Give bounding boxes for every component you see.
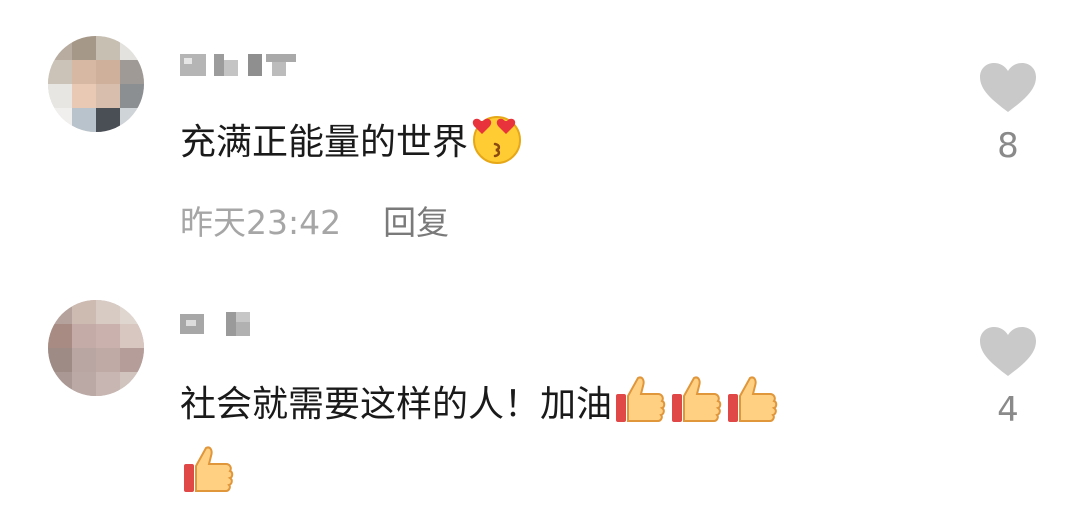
- like-count: 4: [997, 390, 1019, 430]
- pixelated-username: [180, 312, 250, 336]
- thumbs-up-emoji-icon: [668, 374, 724, 444]
- heart-icon: [980, 327, 1036, 376]
- comment-item: 社会就需要这样的人！加油 4: [0, 260, 1080, 504]
- pixelated-username: [180, 54, 296, 76]
- comment-text: 充满正能量的世界: [180, 112, 940, 182]
- reply-button[interactable]: 回复: [383, 203, 449, 242]
- thumbs-up-emoji-icon: [724, 374, 780, 444]
- comment-text-content: 充满正能量的世界: [180, 122, 469, 163]
- like-button[interactable]: 8: [978, 62, 1038, 166]
- avatar[interactable]: [48, 36, 144, 132]
- like-button[interactable]: 4: [978, 326, 1038, 430]
- avatar[interactable]: [48, 300, 144, 396]
- comment-text-content: 社会就需要这样的人！加油: [180, 384, 613, 425]
- avatar-pixelated-image: [48, 300, 144, 396]
- comment-item: 充满正能量的世界 昨天23:42 回复 8: [0, 0, 1080, 260]
- username-obscured[interactable]: [180, 50, 300, 76]
- comment-text: 社会就需要这样的人！加油: [180, 374, 940, 514]
- thumbs-up-emoji-icon: [612, 374, 668, 444]
- comment-meta: 昨天23:42 回复: [180, 196, 449, 244]
- heart-icon: [980, 63, 1036, 112]
- heart-eyes-kiss-emoji-icon: [468, 112, 526, 182]
- avatar-pixelated-image: [48, 36, 144, 132]
- like-count: 8: [997, 126, 1019, 166]
- comment-timestamp: 昨天23:42: [180, 203, 342, 242]
- username-obscured[interactable]: [180, 310, 260, 336]
